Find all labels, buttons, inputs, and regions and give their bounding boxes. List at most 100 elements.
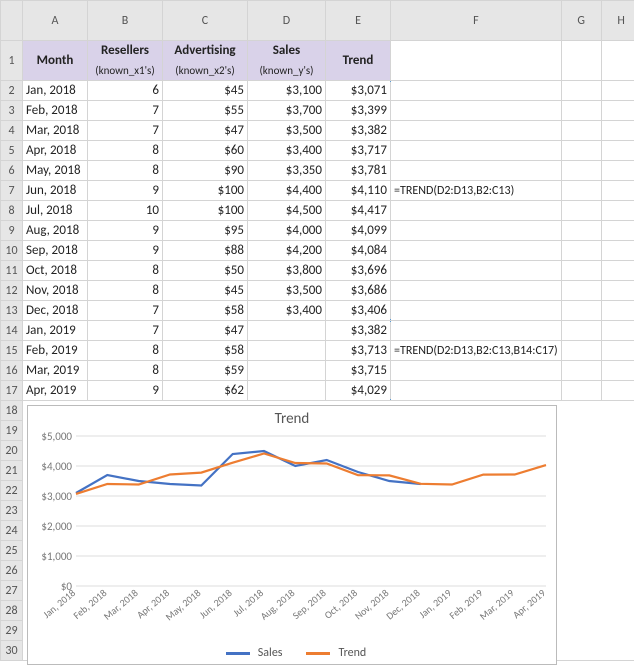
cell-H3[interactable]	[602, 101, 634, 121]
row-header-1[interactable]: 1	[1, 41, 23, 81]
cell-B14[interactable]: 7	[88, 321, 163, 341]
cell-B2[interactable]: 6	[88, 81, 163, 101]
row-header-17[interactable]: 17	[1, 381, 23, 401]
col-header-G[interactable]: G	[562, 1, 602, 41]
cell-A7[interactable]: Jun, 2018	[23, 181, 88, 201]
cell-H9[interactable]	[602, 221, 634, 241]
cell-C16[interactable]: $59	[163, 361, 248, 381]
cell-G11[interactable]	[562, 261, 602, 281]
cell-C11[interactable]: $50	[163, 261, 248, 281]
cell-D7[interactable]: $4,400	[248, 181, 326, 201]
cell-E10[interactable]: $4,084	[326, 241, 391, 261]
row-header-28[interactable]: 28	[1, 601, 23, 621]
cell-C4[interactable]: $47	[163, 121, 248, 141]
cell-H2[interactable]	[602, 81, 634, 101]
row-header-7[interactable]: 7	[1, 181, 23, 201]
row-header-9[interactable]: 9	[1, 221, 23, 241]
table-header-D[interactable]: Sales(known_y's)	[248, 41, 326, 81]
cell-C10[interactable]: $88	[163, 241, 248, 261]
cell-H5[interactable]	[602, 141, 634, 161]
cell-B3[interactable]: 7	[88, 101, 163, 121]
cell-H15[interactable]	[602, 341, 634, 361]
cell-G17[interactable]	[562, 381, 602, 401]
chart-container[interactable]: Trend$0$1,000$2,000$3,000$4,000$5,000Jan…	[23, 401, 634, 661]
row-header-20[interactable]: 20	[1, 441, 23, 461]
cell-E7[interactable]: $4,110	[326, 181, 391, 201]
col-header-B[interactable]: B	[88, 1, 163, 41]
cell-H1[interactable]	[602, 41, 634, 81]
cell-H7[interactable]	[602, 181, 634, 201]
cell-D15[interactable]	[248, 341, 326, 361]
cell-G16[interactable]	[562, 361, 602, 381]
cell-G12[interactable]	[562, 281, 602, 301]
cell-D13[interactable]: $3,400	[248, 301, 326, 321]
cell-F16[interactable]	[391, 361, 562, 381]
cell-C14[interactable]: $47	[163, 321, 248, 341]
cell-C9[interactable]: $95	[163, 221, 248, 241]
cell-B12[interactable]: 8	[88, 281, 163, 301]
cell-F14[interactable]	[391, 321, 562, 341]
cell-C6[interactable]: $90	[163, 161, 248, 181]
row-header-8[interactable]: 8	[1, 201, 23, 221]
cell-C15[interactable]: $58	[163, 341, 248, 361]
table-header-A[interactable]: Month	[23, 41, 88, 81]
cell-A16[interactable]: Mar, 2019	[23, 361, 88, 381]
cell-C2[interactable]: $45	[163, 81, 248, 101]
row-header-10[interactable]: 10	[1, 241, 23, 261]
cell-F3[interactable]	[391, 101, 562, 121]
cell-E9[interactable]: $4,099	[326, 221, 391, 241]
row-header-22[interactable]: 22	[1, 481, 23, 501]
col-header-A[interactable]: A	[23, 1, 88, 41]
cell-E5[interactable]: $3,717	[326, 141, 391, 161]
cell-A17[interactable]: Apr, 2019	[23, 381, 88, 401]
cell-F10[interactable]	[391, 241, 562, 261]
cell-D8[interactable]: $4,500	[248, 201, 326, 221]
cell-H4[interactable]	[602, 121, 634, 141]
cell-F4[interactable]	[391, 121, 562, 141]
row-header-21[interactable]: 21	[1, 461, 23, 481]
row-header-12[interactable]: 12	[1, 281, 23, 301]
cell-D16[interactable]	[248, 361, 326, 381]
cell-E11[interactable]: $3,696	[326, 261, 391, 281]
cell-C12[interactable]: $45	[163, 281, 248, 301]
cell-C5[interactable]: $60	[163, 141, 248, 161]
row-header-25[interactable]: 25	[1, 541, 23, 561]
cell-A13[interactable]: Dec, 2018	[23, 301, 88, 321]
cell-G9[interactable]	[562, 221, 602, 241]
cell-C7[interactable]: $100	[163, 181, 248, 201]
cell-F12[interactable]	[391, 281, 562, 301]
cell-H16[interactable]	[602, 361, 634, 381]
cell-G8[interactable]	[562, 201, 602, 221]
row-header-4[interactable]: 4	[1, 121, 23, 141]
cell-F17[interactable]	[391, 381, 562, 401]
cell-E12[interactable]: $3,686	[326, 281, 391, 301]
cell-H12[interactable]	[602, 281, 634, 301]
cell-F6[interactable]	[391, 161, 562, 181]
cell-D4[interactable]: $3,500	[248, 121, 326, 141]
cell-F8[interactable]	[391, 201, 562, 221]
table-header-C[interactable]: Advertising(known_x2's)	[163, 41, 248, 81]
cell-F5[interactable]	[391, 141, 562, 161]
cell-A5[interactable]: Apr, 2018	[23, 141, 88, 161]
cell-A10[interactable]: Sep, 2018	[23, 241, 88, 261]
cell-A12[interactable]: Nov, 2018	[23, 281, 88, 301]
cell-E2[interactable]: $3,071	[326, 81, 391, 101]
row-header-3[interactable]: 3	[1, 101, 23, 121]
cell-D3[interactable]: $3,700	[248, 101, 326, 121]
cell-G2[interactable]	[562, 81, 602, 101]
cell-E16[interactable]: $3,715	[326, 361, 391, 381]
cell-B11[interactable]: 8	[88, 261, 163, 281]
cell-F9[interactable]	[391, 221, 562, 241]
cell-H17[interactable]	[602, 381, 634, 401]
row-header-27[interactable]: 27	[1, 581, 23, 601]
row-header-6[interactable]: 6	[1, 161, 23, 181]
cell-E15[interactable]: $3,713	[326, 341, 391, 361]
cell-B8[interactable]: 10	[88, 201, 163, 221]
cell-H8[interactable]	[602, 201, 634, 221]
cell-E13[interactable]: $3,406	[326, 301, 391, 321]
cell-B13[interactable]: 7	[88, 301, 163, 321]
row-header-19[interactable]: 19	[1, 421, 23, 441]
col-header-D[interactable]: D	[248, 1, 326, 41]
cell-A8[interactable]: Jul, 2018	[23, 201, 88, 221]
cell-C3[interactable]: $55	[163, 101, 248, 121]
